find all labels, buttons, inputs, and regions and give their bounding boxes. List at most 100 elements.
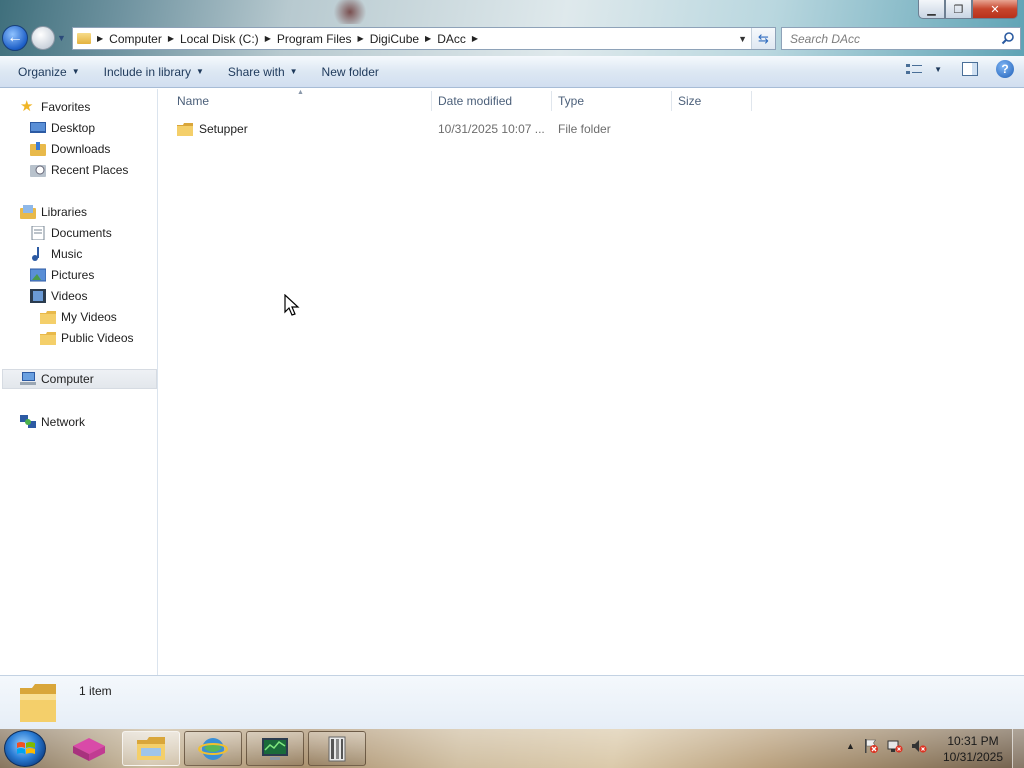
breadcrumb-computer[interactable]: Computer: [109, 32, 162, 46]
system-tray: ▲: [846, 738, 927, 754]
file-size: [678, 119, 750, 139]
folder-icon: [40, 332, 56, 345]
forward-button[interactable]: [31, 26, 55, 50]
nav-network-label: Network: [41, 415, 86, 429]
nav-recent-places[interactable]: Recent Places: [30, 160, 128, 180]
column-header-date-modified[interactable]: Date modified: [432, 89, 550, 113]
view-options-dropdown[interactable]: ▼: [934, 65, 942, 74]
minimize-button[interactable]: ▁: [918, 0, 945, 19]
column-type-label: Type: [558, 94, 585, 108]
chevron-right-icon[interactable]: ▶: [265, 34, 271, 43]
search-input[interactable]: [782, 28, 992, 49]
item-count: 1 item: [79, 684, 112, 698]
nav-favorites[interactable]: ★ Favorites: [20, 97, 90, 117]
caret-down-icon: ▼: [289, 67, 298, 76]
column-header-name[interactable]: Name: [171, 89, 431, 113]
taskbar-app-installer[interactable]: [308, 731, 366, 766]
nav-libraries[interactable]: Libraries: [20, 202, 87, 222]
clock-time: 10:31 PM: [947, 734, 999, 748]
taskbar-app-internet-explorer[interactable]: [184, 731, 242, 766]
chevron-right-icon[interactable]: ▶: [97, 34, 103, 43]
breadcrumb-dacc[interactable]: DAcc: [437, 32, 466, 46]
nav-network[interactable]: Network: [20, 412, 85, 432]
address-bar[interactable]: ▶ Computer ▶ Local Disk (C:) ▶ Program F…: [72, 27, 776, 50]
include-in-library-button[interactable]: Include in library ▼: [96, 60, 212, 84]
nav-videos[interactable]: Videos: [30, 286, 87, 306]
nav-pictures[interactable]: Pictures: [30, 265, 94, 285]
action-center-flag-icon[interactable]: [863, 738, 879, 754]
show-desktop-button[interactable]: [1012, 729, 1024, 768]
chevron-right-icon[interactable]: ▶: [358, 34, 364, 43]
nav-public-videos[interactable]: Public Videos: [40, 328, 134, 348]
table-row[interactable]: Setupper 10/31/2025 10:07 ... File folde…: [159, 119, 759, 139]
column-name-label: Name: [177, 94, 210, 108]
column-header-type[interactable]: Type: [552, 89, 670, 113]
taskbar-clock[interactable]: 10:31 PM 10/31/2025: [938, 733, 1008, 765]
caret-down-icon: ▼: [196, 67, 204, 76]
nav-my-videos-label: My Videos: [61, 310, 117, 324]
caret-down-icon: ▼: [71, 67, 80, 76]
nav-music-label: Music: [51, 247, 83, 261]
column-header-size[interactable]: Size: [672, 89, 750, 113]
installer-box-icon: [328, 736, 346, 761]
taskbar-app-purple-cube[interactable]: [60, 731, 118, 766]
network-icon: [20, 415, 36, 428]
column-divider[interactable]: [751, 91, 752, 111]
taskbar-app-task-manager[interactable]: [246, 731, 304, 766]
folder-icon: [77, 33, 91, 44]
search-icon[interactable]: [1001, 31, 1015, 45]
column-date-label: Date modified: [438, 94, 513, 108]
volume-muted-icon[interactable]: [911, 738, 927, 754]
breadcrumb-program-files[interactable]: Program Files: [277, 32, 352, 46]
nav-computer[interactable]: Computer: [2, 369, 157, 389]
monitor-chart-icon: [262, 737, 288, 760]
view-controls: ▼ ?: [906, 60, 1014, 78]
start-button[interactable]: [4, 730, 46, 767]
recent-pages-dropdown[interactable]: ▼: [57, 33, 66, 43]
nav-libraries-label: Libraries: [41, 205, 88, 219]
taskbar-app-explorer[interactable]: [122, 731, 180, 766]
preview-pane-icon[interactable]: [962, 62, 978, 76]
show-hidden-icons-button[interactable]: ▲: [846, 741, 855, 751]
chevron-right-icon[interactable]: ▶: [425, 34, 431, 43]
file-name: Setupper: [199, 122, 248, 136]
new-folder-button[interactable]: New folder: [314, 60, 387, 84]
back-button[interactable]: ←: [2, 25, 28, 51]
window-titlebar: ▁ ❐ ✕ ← ▼ ▶ Computer ▶ Local Disk (C:) ▶…: [0, 0, 1024, 56]
nav-documents[interactable]: Documents: [30, 223, 112, 243]
nav-my-videos[interactable]: My Videos: [40, 307, 117, 327]
breadcrumb-local-disk[interactable]: Local Disk (C:): [180, 32, 259, 46]
refresh-button[interactable]: ⇆: [751, 28, 775, 49]
nav-downloads[interactable]: Downloads: [30, 139, 110, 159]
close-button[interactable]: ✕: [972, 0, 1018, 19]
music-icon: [32, 247, 39, 261]
search-box: [781, 27, 1021, 50]
libraries-icon: [20, 205, 36, 219]
nav-computer-label: Computer: [41, 372, 94, 386]
share-with-button[interactable]: Share with ▼: [220, 60, 306, 84]
chevron-right-icon[interactable]: ▶: [472, 34, 478, 43]
nav-desktop[interactable]: Desktop: [30, 118, 95, 138]
nav-music[interactable]: Music: [30, 244, 82, 264]
change-view-icon[interactable]: [906, 63, 923, 75]
maximize-button[interactable]: ❐: [945, 0, 972, 19]
breadcrumb-digicube[interactable]: DigiCube: [370, 32, 419, 46]
nav-downloads-label: Downloads: [51, 142, 111, 156]
address-history-dropdown[interactable]: ▼: [738, 34, 747, 44]
share-with-label: Share with: [227, 64, 285, 79]
command-bar: Organize ▼ Include in library ▼ Share wi…: [0, 56, 1024, 88]
details-pane: 1 item: [0, 675, 1024, 729]
nav-public-videos-label: Public Videos: [61, 331, 134, 345]
window-controls: ▁ ❐ ✕: [918, 0, 1018, 19]
chevron-right-icon[interactable]: ▶: [168, 34, 174, 43]
nav-documents-label: Documents: [51, 226, 112, 240]
folder-icon: [177, 123, 193, 136]
documents-icon: [31, 226, 45, 240]
windows-logo-icon: [17, 742, 35, 754]
network-tray-icon[interactable]: [887, 738, 903, 754]
organize-button[interactable]: Organize ▼: [10, 60, 88, 84]
file-type: File folder: [558, 122, 611, 136]
help-icon[interactable]: ?: [996, 60, 1014, 78]
refresh-icon: ⇆: [758, 30, 769, 46]
background-smudge: [330, 0, 370, 24]
